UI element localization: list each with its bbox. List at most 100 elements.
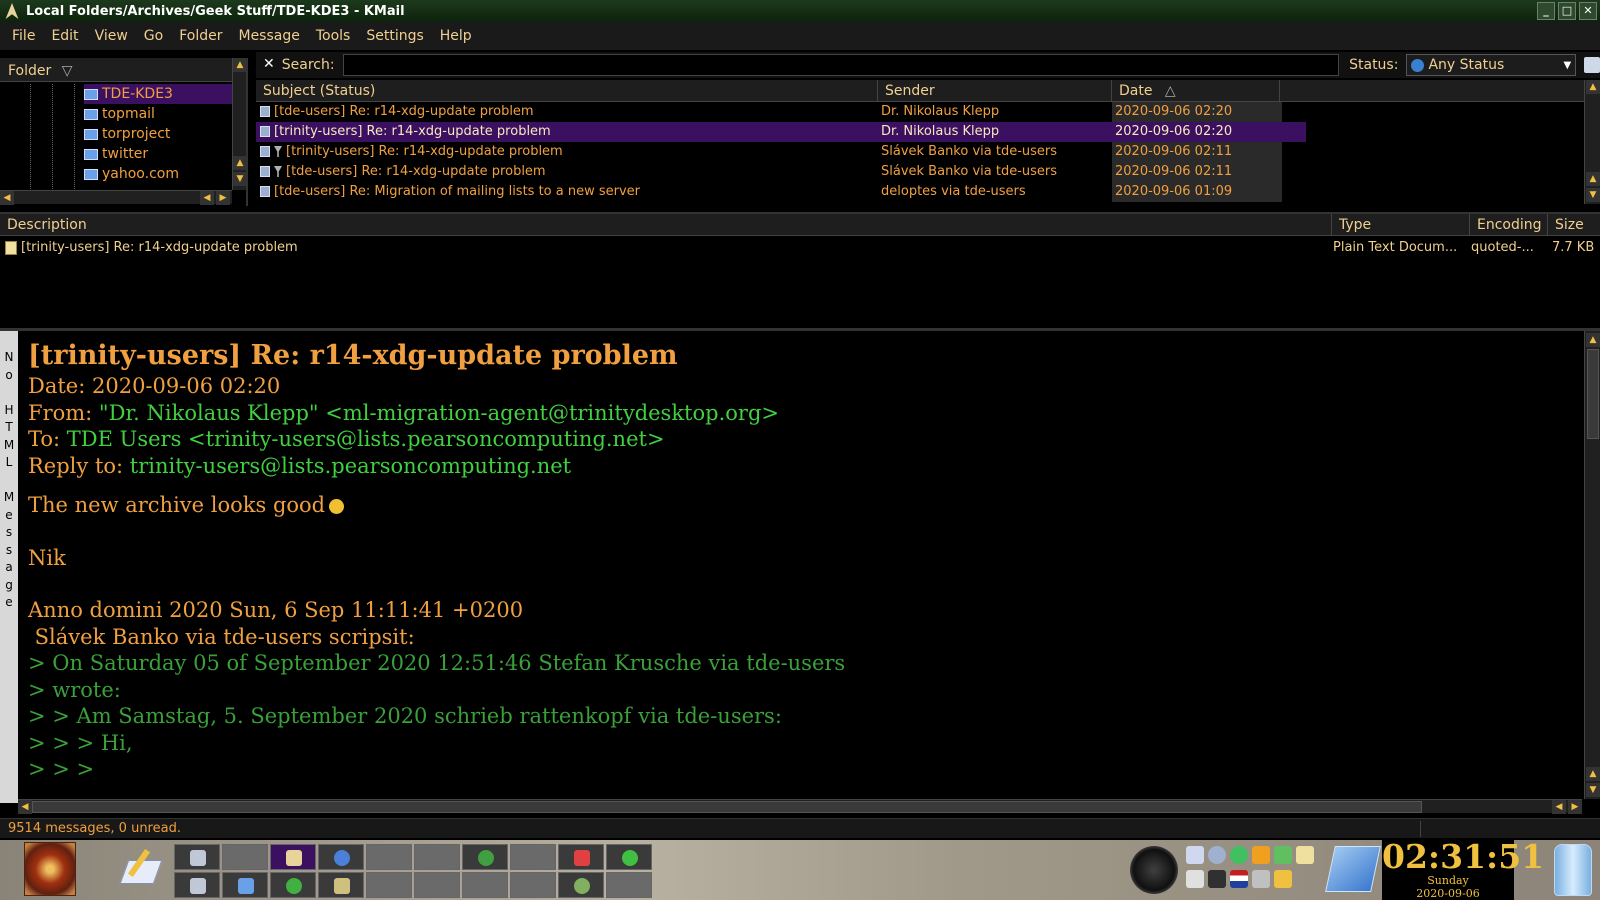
- notes-icon[interactable]: [1274, 870, 1292, 888]
- task-button-network[interactable]: [462, 844, 508, 870]
- task-button[interactable]: [510, 872, 556, 898]
- task-button-calendar[interactable]: [558, 844, 604, 870]
- scroll-right-icon[interactable]: ▶: [216, 191, 230, 205]
- column-sender[interactable]: Sender: [878, 80, 1112, 102]
- scroll-down-icon[interactable]: ▼: [233, 172, 247, 186]
- menu-tools[interactable]: Tools: [308, 28, 359, 44]
- network-tray-icon[interactable]: [1230, 846, 1248, 864]
- folder-vertical-scrollbar[interactable]: ▲ ▲ ▼: [232, 58, 247, 190]
- scroll-up-icon[interactable]: ▲: [233, 156, 247, 170]
- scroll-left-icon[interactable]: ◀: [1552, 800, 1566, 814]
- scroll-right-icon[interactable]: ▶: [1568, 800, 1582, 814]
- task-button-antenna[interactable]: [606, 844, 652, 870]
- trash-icon[interactable]: [1554, 844, 1592, 896]
- star-icon[interactable]: [1252, 846, 1270, 864]
- no-html-message-banner[interactable]: N o H T M L M e s s a g e: [0, 331, 18, 803]
- folder-icon: [84, 168, 98, 180]
- column-subject[interactable]: Subject (Status): [256, 80, 878, 102]
- message-row[interactable]: [trinity-users] Re: r14-xdg-update probl…: [256, 142, 1306, 162]
- reply-to-link[interactable]: trinity-users@lists.pearsoncomputing.net: [130, 454, 571, 478]
- speaker-icon[interactable]: [1208, 846, 1226, 864]
- search-input[interactable]: [342, 54, 1340, 76]
- reader-horizontal-scrollbar[interactable]: ◀ ◀ ▶: [18, 799, 1582, 814]
- folder-launcher-icon[interactable]: [1325, 846, 1381, 892]
- window-icon[interactable]: [1186, 846, 1204, 864]
- close-button[interactable]: ✕: [1579, 2, 1597, 20]
- graph-icon[interactable]: [1274, 846, 1292, 864]
- task-button[interactable]: [414, 844, 460, 870]
- task-button-kmail[interactable]: [270, 844, 316, 870]
- scroll-left-icon[interactable]: ◀: [200, 191, 214, 205]
- to-link[interactable]: TDE Users <trinity-users@lists.pearsonco…: [67, 427, 665, 451]
- message-row[interactable]: [tde-users] Re: Migration of mailing lis…: [256, 182, 1306, 202]
- task-button-desktop[interactable]: [174, 872, 220, 898]
- task-button[interactable]: [462, 872, 508, 898]
- message-row[interactable]: [tde-users] Re: r14-xdg-update problem D…: [256, 102, 1306, 122]
- menu-edit[interactable]: Edit: [43, 28, 86, 44]
- task-button-apps[interactable]: [270, 872, 316, 898]
- column-date[interactable]: Date △: [1112, 80, 1280, 102]
- clock[interactable]: 02:31:51 Sunday 2020-09-06: [1382, 840, 1544, 900]
- maximize-button[interactable]: □: [1558, 2, 1576, 20]
- column-size[interactable]: Size: [1548, 214, 1600, 236]
- klipper-icon[interactable]: [1186, 870, 1204, 888]
- task-button[interactable]: [606, 872, 652, 898]
- filter-icon[interactable]: [1584, 57, 1600, 73]
- message-row-selected[interactable]: [trinity-users] Re: r14-xdg-update probl…: [256, 122, 1306, 142]
- scroll-down-icon[interactable]: ▼: [1586, 188, 1600, 202]
- scroll-up-icon[interactable]: ▲: [1586, 767, 1600, 781]
- task-button[interactable]: [366, 844, 412, 870]
- scrollbar-thumb[interactable]: [32, 801, 1422, 813]
- minimize-button[interactable]: _: [1537, 2, 1555, 20]
- folder-horizontal-scrollbar[interactable]: ◀ ◀ ▶: [0, 190, 232, 205]
- mime-part-row[interactable]: [trinity-users] Re: r14-xdg-update probl…: [0, 238, 1600, 258]
- us-flag-icon[interactable]: [1230, 870, 1248, 888]
- message-list-scrollbar[interactable]: ▲ ▲ ▼: [1584, 80, 1600, 204]
- task-button[interactable]: [414, 872, 460, 898]
- menu-folder[interactable]: Folder: [171, 28, 230, 44]
- scroll-left-icon[interactable]: ◀: [0, 191, 14, 205]
- folder-item-topmail[interactable]: topmail: [84, 104, 232, 124]
- task-button-files[interactable]: [222, 872, 268, 898]
- from-link[interactable]: "Dr. Nikolaus Klepp" <ml-migration-agent…: [99, 401, 779, 425]
- folder-column-header[interactable]: Folder ▽: [0, 58, 232, 82]
- column-encoding[interactable]: Encoding: [1470, 214, 1548, 236]
- clear-search-icon[interactable]: ✕: [260, 56, 278, 74]
- pen-icon[interactable]: [1252, 870, 1270, 888]
- message-row[interactable]: [tde-users] Re: r14-xdg-update problem S…: [256, 162, 1306, 182]
- printer-tray-icon[interactable]: [1208, 870, 1226, 888]
- task-button-money[interactable]: [558, 872, 604, 898]
- folder-item-tde-kde3[interactable]: TDE-KDE3: [84, 84, 232, 104]
- scroll-up-icon[interactable]: ▲: [233, 58, 247, 72]
- banner-letter: M: [3, 437, 15, 452]
- scroll-up-icon[interactable]: ▲: [1586, 172, 1600, 186]
- editor-launcher-icon[interactable]: [118, 846, 164, 892]
- status-dropdown[interactable]: Any Status ▼: [1406, 54, 1577, 76]
- calendar-seal-icon[interactable]: [1130, 846, 1178, 894]
- folder-item-twitter[interactable]: twitter: [84, 144, 232, 164]
- reader-vertical-scrollbar[interactable]: ▲ ▲ ▼: [1584, 331, 1600, 799]
- scroll-up-icon[interactable]: ▲: [1586, 80, 1600, 94]
- menu-view[interactable]: View: [87, 28, 136, 44]
- task-button-docs[interactable]: [318, 872, 364, 898]
- task-button-browser[interactable]: [318, 844, 364, 870]
- scroll-down-icon[interactable]: ▼: [1586, 783, 1600, 797]
- clipboard-icon[interactable]: [1296, 846, 1314, 864]
- menu-message[interactable]: Message: [230, 28, 307, 44]
- task-button[interactable]: [366, 872, 412, 898]
- folder-item-yahoo[interactable]: yahoo.com: [84, 164, 232, 184]
- menu-file[interactable]: File: [4, 28, 43, 44]
- task-button[interactable]: [222, 844, 268, 870]
- scroll-up-icon[interactable]: ▲: [1586, 333, 1600, 347]
- kmenu-button[interactable]: [24, 842, 76, 896]
- task-button-terminal[interactable]: [174, 844, 220, 870]
- menu-help[interactable]: Help: [432, 28, 480, 44]
- menu-settings[interactable]: Settings: [358, 28, 431, 44]
- menu-go[interactable]: Go: [136, 28, 171, 44]
- scrollbar-thumb[interactable]: [1587, 349, 1599, 439]
- folder-item-torproject[interactable]: torproject: [84, 124, 232, 144]
- column-description[interactable]: Description: [0, 214, 1332, 236]
- task-button[interactable]: [510, 844, 556, 870]
- scroll-left-icon[interactable]: ◀: [18, 800, 32, 814]
- column-type[interactable]: Type: [1332, 214, 1470, 236]
